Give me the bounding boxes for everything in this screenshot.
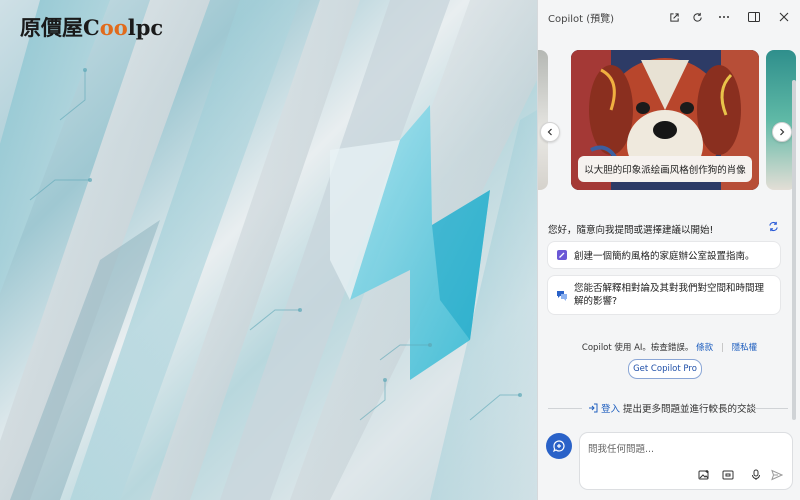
panel-title: Copilot (預覽) <box>548 14 615 25</box>
image-upload-icon[interactable] <box>697 468 711 482</box>
suggestion-text: 創建一個簡約風格的家庭辦公室設置指南。 <box>574 251 755 262</box>
chat-input[interactable] <box>588 441 778 457</box>
panel-scrollbar[interactable] <box>792 80 796 420</box>
chat-bubble-icon <box>557 291 567 301</box>
microphone-icon[interactable] <box>749 468 763 482</box>
coolpc-logo: 原價屋Coolpc <box>20 12 163 42</box>
carousel-next-button[interactable] <box>772 122 792 142</box>
prompt-carousel: 以大胆的印象派绘画风格创作狗的肖像 <box>538 50 800 196</box>
new-topic-button[interactable] <box>546 433 572 459</box>
panel-titlebar: Copilot (預覽) <box>538 0 800 34</box>
carousel-card-dog-portrait[interactable]: 以大胆的印象派绘画风格创作狗的肖像 <box>571 50 759 190</box>
close-icon[interactable] <box>775 8 793 26</box>
privacy-link[interactable]: 隱私權 <box>732 343 758 353</box>
chat-composer <box>580 433 792 489</box>
copilot-panel: Copilot (預覽) 以大胆的印象派绘画风格创作狗的肖像 您好，隨意向我提問… <box>537 0 800 500</box>
carousel-caption: 以大胆的印象派绘画风格创作狗的肖像 <box>578 156 752 182</box>
chevron-left-icon <box>547 128 552 136</box>
terms-link[interactable]: 條款 <box>696 343 713 353</box>
divider-left <box>548 408 582 409</box>
signin-text: 提出更多問題並進行較長的交談 <box>623 404 757 415</box>
signin-link[interactable]: 登入 <box>601 404 620 415</box>
refresh-suggestions-icon[interactable] <box>768 221 779 235</box>
signin-prompt: 登入 提出更多問題並進行較長的交談 <box>588 401 756 415</box>
screenshot-icon[interactable] <box>721 468 735 482</box>
refresh-icon[interactable] <box>688 8 706 26</box>
disclaimer-divider <box>721 343 723 352</box>
split-view-icon[interactable] <box>745 8 763 26</box>
send-icon[interactable] <box>770 468 784 482</box>
open-external-icon[interactable] <box>665 8 683 26</box>
suggestion-text: 您能否解釋相對論及其對我們對空間和時間理解的影響? <box>574 283 765 307</box>
disclaimer: Copilot 使用 AI。檢查錯誤。 條款 隱私權 <box>538 341 800 353</box>
suggestion-home-office[interactable]: 創建一個簡約風格的家庭辦公室設置指南。 <box>548 242 780 268</box>
signin-row: 登入 提出更多問題並進行較長的交談 <box>538 400 800 416</box>
carousel-card-previous[interactable] <box>538 50 548 190</box>
logo-text-suffix: lpc <box>127 15 164 40</box>
desktop-wallpaper: 原價屋Coolpc <box>0 0 537 500</box>
signin-icon <box>589 403 598 413</box>
carousel-prev-button[interactable] <box>540 122 560 142</box>
wallpaper-art <box>0 0 537 500</box>
suggestion-relativity[interactable]: 您能否解釋相對論及其對我們對空間和時間理解的影響? <box>548 276 780 314</box>
more-icon[interactable] <box>715 8 733 26</box>
greeting-text: 您好，隨意向我提問或選擇建議以開始! <box>548 225 714 236</box>
get-copilot-pro-button[interactable]: Get Copilot Pro <box>628 359 702 379</box>
pencil-icon <box>557 250 567 260</box>
new-chat-icon <box>553 440 565 453</box>
logo-text-prefix: 原價屋C <box>20 15 100 40</box>
disclaimer-text: Copilot 使用 AI。檢查錯誤。 <box>581 343 694 353</box>
divider-right <box>752 408 788 409</box>
logo-text-oo: oo <box>99 15 128 40</box>
chevron-right-icon <box>780 128 785 136</box>
